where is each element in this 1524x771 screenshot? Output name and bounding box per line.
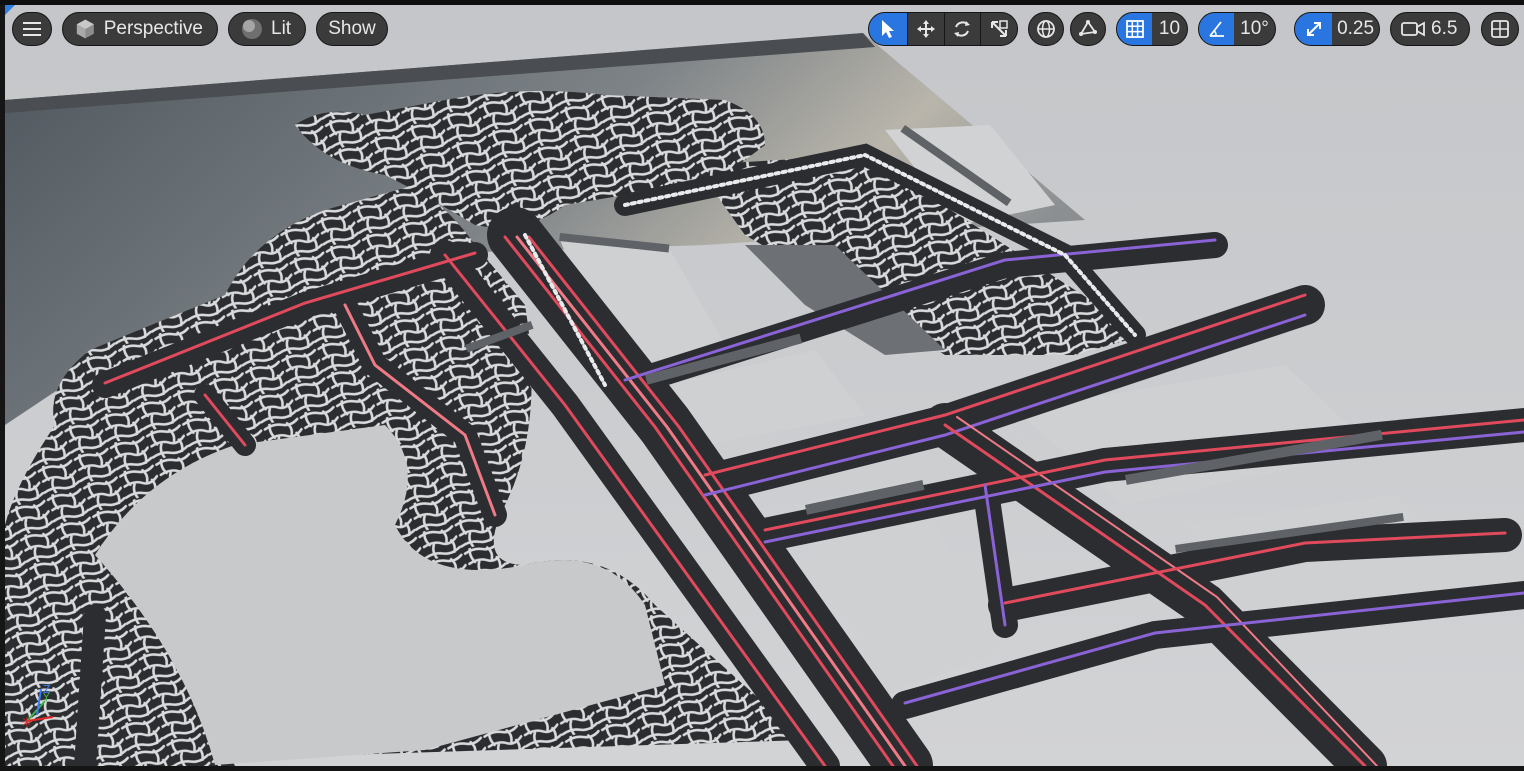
view-mode-button[interactable]: Perspective	[62, 12, 218, 46]
rotation-snap-value-label: 10°	[1240, 18, 1269, 39]
viewport-layout-icon	[1491, 20, 1509, 38]
viewport-focus-corner	[5, 5, 15, 15]
scale-icon	[991, 20, 1008, 37]
cursor-arrow-icon	[881, 20, 894, 38]
select-tool-button[interactable]	[869, 13, 907, 45]
rotate-tool-button[interactable]	[945, 13, 981, 45]
hamburger-menu-icon	[23, 22, 41, 36]
viewport-scene[interactable]	[5, 5, 1524, 766]
level-viewport[interactable]: ✳ Y Z	[5, 5, 1524, 766]
window-bottom-border	[0, 766, 1524, 771]
grid-snap-toggle[interactable]	[1117, 13, 1152, 45]
show-flags-button[interactable]: Show	[316, 12, 388, 46]
camera-icon	[1401, 21, 1425, 37]
grid-snap-value[interactable]: 10	[1152, 13, 1187, 45]
lit-sphere-icon	[242, 19, 262, 39]
lighting-mode-label: Lit	[271, 18, 292, 39]
rotation-snap-control: 10°	[1198, 12, 1276, 46]
scale-snap-value-label: 0.25	[1337, 18, 1375, 39]
scale-snap-value[interactable]: 0.25	[1332, 13, 1379, 45]
angle-icon	[1208, 21, 1224, 37]
surface-snap-icon	[1079, 20, 1097, 36]
svg-text:✳: ✳	[21, 715, 33, 731]
rotation-snap-toggle[interactable]	[1199, 13, 1235, 45]
scale-snap-control: 0.25	[1294, 12, 1380, 46]
move-arrows-icon	[916, 20, 935, 38]
cube-icon	[76, 19, 94, 39]
camera-speed-button[interactable]: 6.5	[1390, 12, 1470, 46]
axis-gizmo-icon: ✳ Y Z	[21, 683, 54, 731]
scale-snap-toggle[interactable]	[1295, 13, 1333, 45]
camera-speed-label: 6.5	[1431, 18, 1458, 39]
rotate-icon	[954, 21, 971, 37]
globe-icon	[1037, 20, 1055, 38]
scale-tool-button[interactable]	[981, 13, 1017, 45]
world-local-toggle[interactable]	[1028, 12, 1064, 46]
rotation-snap-value[interactable]: 10°	[1234, 13, 1275, 45]
viewport-layout-button[interactable]	[1481, 12, 1519, 46]
svg-text:Z: Z	[43, 683, 51, 696]
lighting-mode-button[interactable]: Lit	[228, 12, 306, 46]
grid-snap-value-label: 10	[1158, 18, 1181, 39]
scale-arrow-icon	[1306, 22, 1321, 36]
surface-snap-button[interactable]	[1070, 12, 1106, 46]
view-mode-label: Perspective	[103, 18, 203, 39]
show-label: Show	[328, 18, 376, 39]
move-tool-button[interactable]	[908, 13, 944, 45]
transform-tools-group	[868, 12, 1018, 46]
grid-snap-control: 10	[1116, 12, 1188, 46]
grid-icon	[1125, 20, 1144, 38]
viewport-menu-button[interactable]	[12, 12, 52, 46]
